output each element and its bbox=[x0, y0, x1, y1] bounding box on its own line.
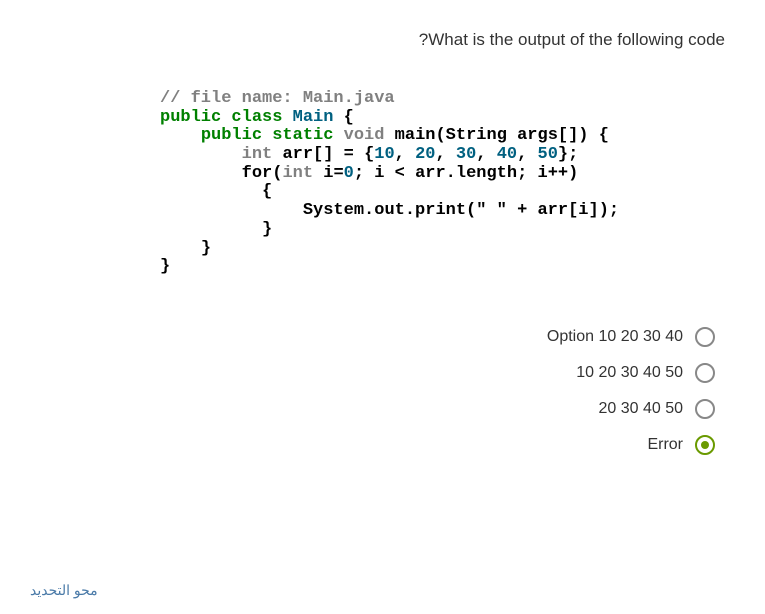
arr-decl: arr bbox=[282, 145, 313, 164]
option-row[interactable]: 10 20 30 40 50 bbox=[30, 363, 715, 383]
option-label: 10 20 30 40 50 bbox=[576, 364, 683, 382]
args-end: []) { bbox=[558, 126, 609, 145]
for-mid: ; i < arr.length; i++) bbox=[354, 164, 578, 183]
classname: Main bbox=[293, 108, 334, 127]
sysout: System.out.print( bbox=[303, 201, 476, 220]
kw-public: public bbox=[201, 126, 262, 145]
brackets: [] bbox=[313, 145, 333, 164]
kw-class: class bbox=[231, 108, 282, 127]
brace: } bbox=[160, 257, 170, 276]
i-eq: i= bbox=[313, 164, 344, 183]
kw-static: static bbox=[272, 126, 333, 145]
for: for( bbox=[242, 164, 283, 183]
code-block: // file name: Main.java public class Mai… bbox=[160, 90, 735, 277]
question-title: ?What is the output of the following cod… bbox=[30, 30, 735, 50]
radio-button[interactable] bbox=[695, 399, 715, 419]
equals: = bbox=[333, 145, 364, 164]
option-label: Option 10 20 30 40 bbox=[547, 328, 683, 346]
main-method: main(String args bbox=[395, 126, 558, 145]
radio-button[interactable] bbox=[695, 363, 715, 383]
radio-button[interactable] bbox=[695, 327, 715, 347]
arr-close: }; bbox=[558, 145, 578, 164]
brace: { bbox=[344, 108, 354, 127]
clear-selection-link[interactable]: محو التحديد bbox=[30, 582, 98, 599]
brace: } bbox=[201, 239, 211, 258]
brace: } bbox=[262, 220, 272, 239]
str: " " bbox=[476, 201, 507, 220]
num: 40 bbox=[497, 145, 517, 164]
num: 50 bbox=[538, 145, 558, 164]
answer-options: Option 10 20 30 40 10 20 30 40 50 20 30 … bbox=[30, 327, 735, 455]
option-label: Error bbox=[647, 436, 683, 454]
option-row[interactable]: Option 10 20 30 40 bbox=[30, 327, 715, 347]
plus-arr: + arr[i]); bbox=[507, 201, 619, 220]
brace: { bbox=[262, 182, 272, 201]
option-row[interactable]: Error bbox=[30, 435, 715, 455]
arr-open: { bbox=[364, 145, 374, 164]
num: 10 bbox=[374, 145, 394, 164]
code-comment: // file name: Main.java bbox=[160, 89, 395, 108]
kw-public: public bbox=[160, 108, 221, 127]
option-label: 20 30 40 50 bbox=[598, 400, 683, 418]
num: 30 bbox=[456, 145, 476, 164]
option-row[interactable]: 20 30 40 50 bbox=[30, 399, 715, 419]
zero: 0 bbox=[344, 164, 354, 183]
num: 20 bbox=[415, 145, 435, 164]
radio-button[interactable] bbox=[695, 435, 715, 455]
kw-void: void bbox=[344, 126, 385, 145]
kw-int: int bbox=[282, 164, 313, 183]
kw-int: int bbox=[242, 145, 273, 164]
